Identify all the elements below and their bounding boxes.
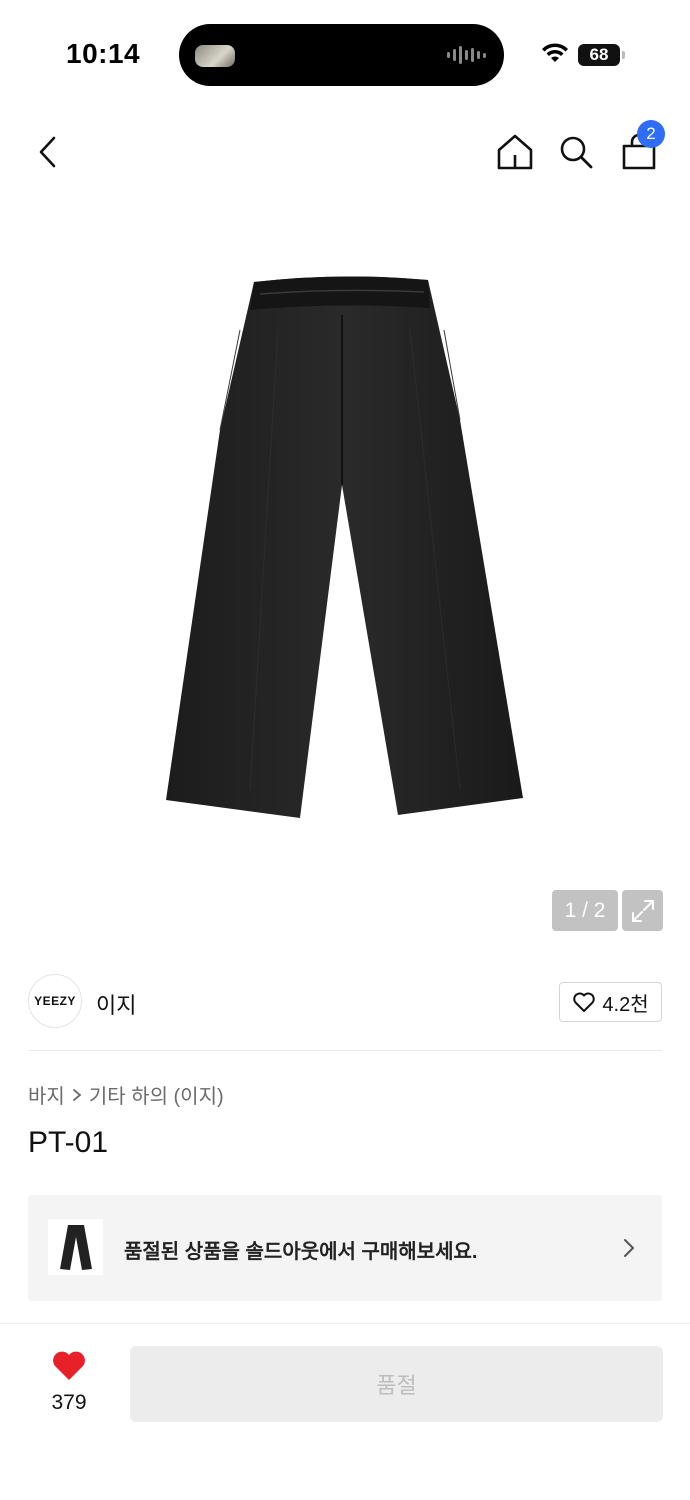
brand-like-count: 4.2천 <box>602 993 649 1016</box>
battery-indicator: 68 <box>578 44 625 66</box>
now-playing-thumbnail <box>195 45 235 67</box>
heart-outline-icon <box>573 992 596 1012</box>
expand-icon <box>631 899 654 922</box>
status-bar: 10:14 68 <box>0 0 690 110</box>
product-title: PT-01 <box>28 1126 109 1159</box>
wifi-icon <box>542 43 568 62</box>
gallery-pager: 1 / 2 <box>552 890 663 931</box>
soldout-buy-button[interactable]: 품절 <box>130 1346 663 1422</box>
bottom-action-bar: 379 품절 <box>0 1323 690 1500</box>
heart-filled-icon <box>53 1351 85 1380</box>
soldout-product-thumbnail <box>48 1219 103 1275</box>
top-navigation: 2 <box>0 120 690 184</box>
soldout-promo-card[interactable]: 품절된 상품을 솔드아웃에서 구매해보세요. <box>28 1195 662 1301</box>
wishlist-button[interactable]: 379 <box>40 1350 98 1415</box>
soldout-promo-text: 품절된 상품을 솔드아웃에서 구매해보세요. <box>124 1241 478 1263</box>
breadcrumb: 바지 기타 하의 (이지) <box>28 1080 224 1109</box>
brand-name[interactable]: 이지 <box>96 988 136 1020</box>
audio-wave-icon <box>447 46 486 64</box>
page-indicator: 1 / 2 <box>552 890 618 931</box>
cart-count-badge: 2 <box>637 120 665 148</box>
status-time: 10:14 <box>66 38 141 69</box>
brand-logo[interactable]: YEEZY <box>28 974 82 1028</box>
cart-button[interactable]: 2 <box>617 120 665 174</box>
wishlist-count: 379 <box>51 1391 87 1414</box>
breadcrumb-category[interactable]: 바지 <box>28 1080 65 1109</box>
fullscreen-button[interactable] <box>622 890 663 931</box>
back-button[interactable] <box>26 130 70 174</box>
brand-like-button[interactable]: 4.2천 <box>559 982 662 1022</box>
home-button[interactable] <box>493 130 537 174</box>
chevron-right-icon <box>72 1088 82 1101</box>
product-image[interactable] <box>160 270 530 830</box>
chevron-right-icon <box>624 1239 635 1257</box>
home-icon <box>497 134 533 170</box>
divider <box>28 1050 662 1051</box>
chevron-left-icon <box>39 136 56 168</box>
brand-row: YEEZY 이지 4.2천 <box>28 970 662 1034</box>
search-icon <box>560 136 593 169</box>
dynamic-island <box>179 24 504 86</box>
search-button[interactable] <box>554 130 598 174</box>
breadcrumb-subcategory[interactable]: 기타 하의 (이지) <box>89 1080 224 1109</box>
